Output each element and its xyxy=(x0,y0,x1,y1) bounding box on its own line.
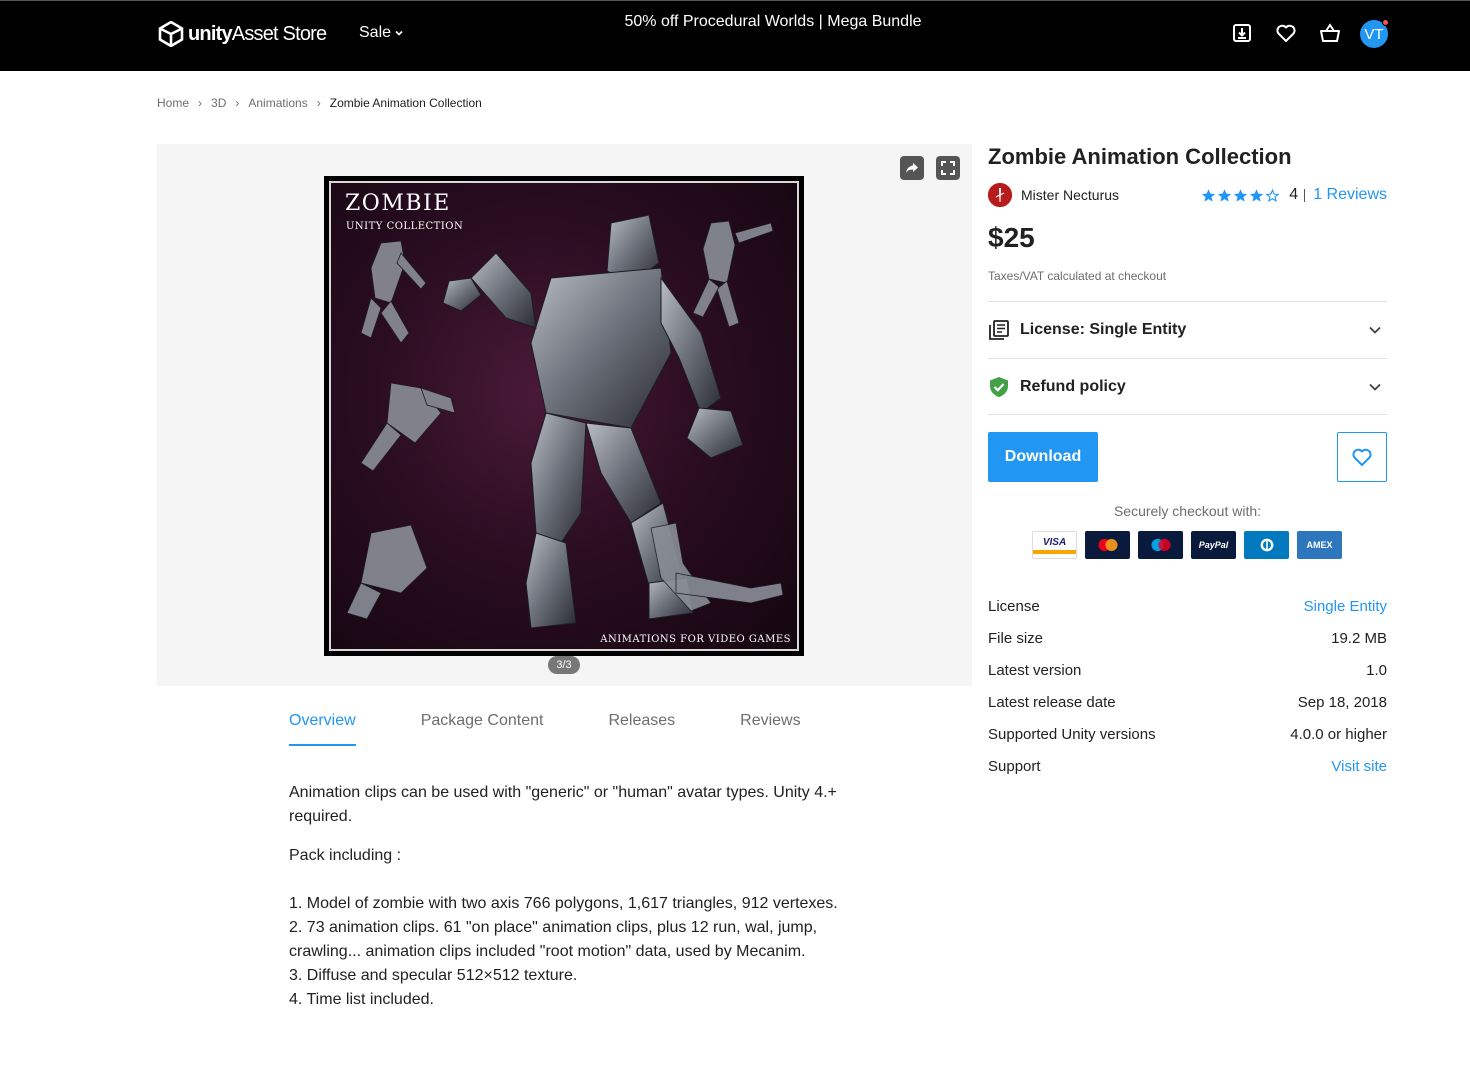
description-intro: Animation clips can be used with "generi… xyxy=(289,784,837,825)
wishlist-button[interactable] xyxy=(1274,21,1298,45)
detail-label: Support xyxy=(988,757,1041,775)
detail-label: License xyxy=(988,597,1040,615)
tab-package-content[interactable]: Package Content xyxy=(421,712,544,746)
unity-versions-value: 4.0.0 or higher xyxy=(1290,725,1387,743)
maestro-card-icon xyxy=(1138,531,1183,559)
payment-methods: VISA PayPal AMEX xyxy=(1032,531,1342,559)
star-filled-icon xyxy=(1234,188,1248,202)
breadcrumb-3d[interactable]: 3D xyxy=(211,96,226,110)
description-list: 1. Model of zombie with two axis 766 pol… xyxy=(289,892,889,1012)
amex-icon: AMEX xyxy=(1297,531,1342,559)
product-main-image[interactable]: ZOMBIE UNITY COLLECTION ANIMATIONS FOR V… xyxy=(324,176,804,656)
share-button[interactable] xyxy=(900,156,924,180)
image-counter-badge: 3/3 xyxy=(548,656,580,674)
product-details-list: License Single Entity File size 19.2 MB … xyxy=(988,590,1387,782)
chevron-down-icon xyxy=(1369,383,1381,391)
rating-value: 4 xyxy=(1289,186,1299,203)
details-row: File size 19.2 MB xyxy=(988,622,1387,654)
share-icon xyxy=(906,163,918,173)
breadcrumb-separator-icon: › xyxy=(316,96,321,110)
support-visit-site-link[interactable]: Visit site xyxy=(1331,758,1387,775)
tax-note: Taxes/VAT calculated at checkout xyxy=(988,269,1167,283)
publisher-logo-icon xyxy=(988,183,1012,207)
breadcrumb-animations[interactable]: Animations xyxy=(248,96,307,110)
download-box-icon xyxy=(1233,24,1251,42)
star-filled-icon xyxy=(1218,188,1232,202)
detail-label: Supported Unity versions xyxy=(988,725,1156,743)
list-item: 1. Model of zombie with two axis 766 pol… xyxy=(289,895,838,912)
tab-overview[interactable]: Overview xyxy=(289,712,356,746)
image-subtitle-text: UNITY COLLECTION xyxy=(346,221,464,232)
publisher-name-link[interactable]: Mister Necturus xyxy=(1021,187,1119,203)
product-title: Zombie Animation Collection xyxy=(988,144,1292,169)
refund-accordion-label: Refund policy xyxy=(1020,377,1126,395)
tab-releases[interactable]: Releases xyxy=(608,712,675,746)
shield-check-icon xyxy=(988,376,1010,398)
list-item: 3. Diffuse and specular 512×512 texture. xyxy=(289,967,578,984)
user-avatar[interactable]: VT xyxy=(1360,19,1389,48)
basket-icon xyxy=(1320,23,1340,42)
tab-reviews[interactable]: Reviews xyxy=(740,712,800,746)
detail-label: Latest release date xyxy=(988,693,1116,711)
publisher-row: Mister Necturus 4 1 Reviews xyxy=(988,182,1387,208)
mastercard-icon xyxy=(1085,531,1130,559)
breadcrumb: Home › 3D › Animations › Zombie Animatio… xyxy=(157,96,482,110)
chevron-down-icon xyxy=(1369,326,1381,334)
product-price: $25 xyxy=(988,222,1035,253)
product-description: Animation clips can be used with "generi… xyxy=(289,781,889,1012)
list-item: 4. Time list included. xyxy=(289,991,434,1008)
details-row: Latest version 1.0 xyxy=(988,654,1387,686)
diners-club-icon xyxy=(1244,531,1289,559)
star-filled-icon xyxy=(1250,188,1264,202)
zombie-artwork-image xyxy=(346,214,784,629)
refund-policy-accordion[interactable]: Refund policy xyxy=(988,358,1387,415)
description-pack-heading: Pack including : xyxy=(289,847,402,864)
paypal-icon: PayPal xyxy=(1191,531,1236,559)
details-row: Latest release date Sep 18, 2018 xyxy=(988,686,1387,718)
reviews-count-link[interactable]: 1 Reviews xyxy=(1313,186,1387,204)
product-gallery: ZOMBIE UNITY COLLECTION ANIMATIONS FOR V… xyxy=(157,144,972,686)
list-item: 2. 73 animation clips. 61 "on place" ani… xyxy=(289,919,818,960)
cart-button[interactable] xyxy=(1318,21,1342,45)
add-to-wishlist-button[interactable] xyxy=(1337,432,1387,482)
rating-stars xyxy=(1201,188,1280,203)
license-icon xyxy=(988,319,1010,341)
star-empty-icon xyxy=(1265,188,1280,202)
breadcrumb-current: Zombie Animation Collection xyxy=(329,96,482,110)
downloads-button[interactable] xyxy=(1230,21,1254,45)
top-navigation-bar: unityAsset Store Sale 50% off Procedural… xyxy=(0,0,1470,71)
release-date-value: Sep 18, 2018 xyxy=(1297,693,1387,711)
breadcrumb-home[interactable]: Home xyxy=(157,96,189,110)
detail-label: File size xyxy=(988,629,1044,647)
image-footer-text: ANIMATIONS FOR VIDEO GAMES xyxy=(600,634,791,645)
details-row: License Single Entity xyxy=(988,590,1387,622)
notification-dot xyxy=(1382,19,1389,26)
rating-divider xyxy=(1304,188,1306,202)
details-row: Supported Unity versions 4.0.0 or higher xyxy=(988,718,1387,750)
license-accordion[interactable]: License: Single Entity xyxy=(988,301,1387,358)
file-size-value: 19.2 MB xyxy=(1331,629,1387,647)
product-tabs: Overview Package Content Releases Review… xyxy=(289,712,801,746)
avatar-initials: VT xyxy=(1364,25,1384,43)
fullscreen-button[interactable] xyxy=(936,156,960,180)
expand-icon xyxy=(941,161,955,175)
breadcrumb-separator-icon: › xyxy=(235,96,240,110)
publisher-avatar[interactable] xyxy=(988,183,1012,207)
heart-icon xyxy=(1276,24,1296,42)
image-title-text: ZOMBIE xyxy=(345,191,451,216)
download-button[interactable]: Download xyxy=(988,432,1098,482)
detail-label: Latest version xyxy=(988,661,1082,679)
details-row: Support Visit site xyxy=(988,750,1387,782)
license-accordion-label: License: Single Entity xyxy=(1020,321,1187,338)
visa-card-icon: VISA xyxy=(1032,531,1077,559)
latest-version-value: 1.0 xyxy=(1366,661,1387,679)
rating-summary: 4 1 Reviews xyxy=(1201,186,1387,204)
heart-icon xyxy=(1352,448,1372,466)
secure-checkout-label: Securely checkout with: xyxy=(1113,503,1262,519)
license-value-link[interactable]: Single Entity xyxy=(1304,598,1387,615)
breadcrumb-separator-icon: › xyxy=(198,96,203,110)
star-filled-icon xyxy=(1202,188,1216,202)
